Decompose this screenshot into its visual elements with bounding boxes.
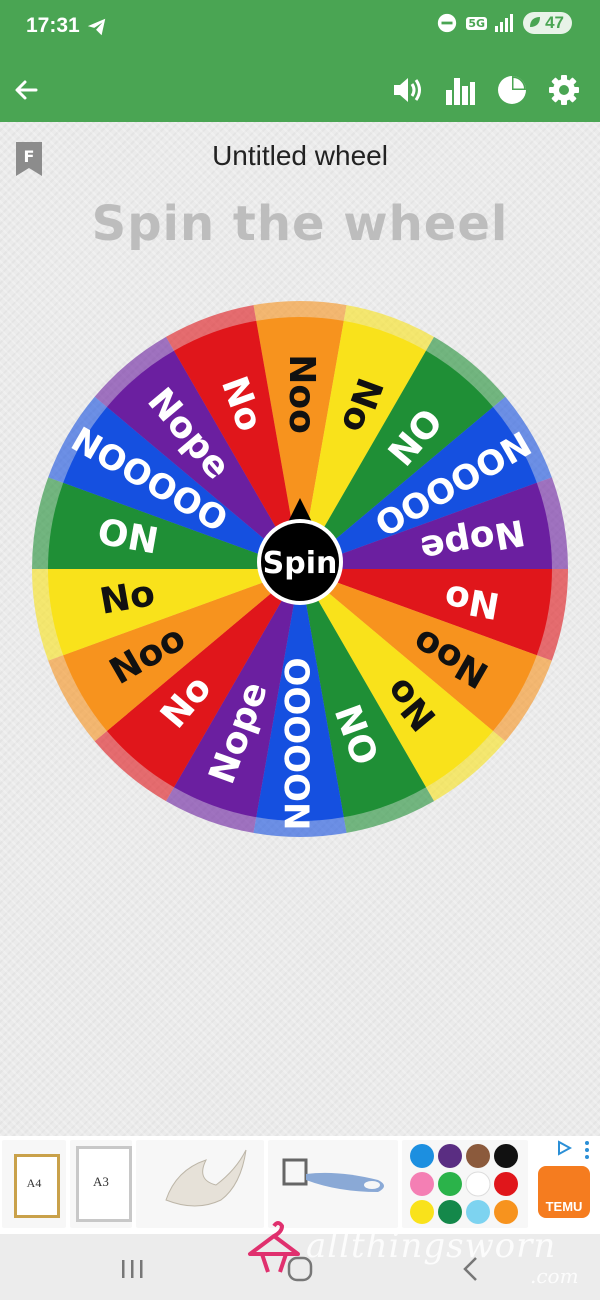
watermark-text: allthingsworn xyxy=(306,1226,557,1266)
pie-chart-icon xyxy=(498,76,526,104)
temu-brand-label: TEMU xyxy=(545,1199,583,1214)
wheel-title[interactable]: Untitled wheel xyxy=(0,140,600,172)
more-options-icon[interactable] xyxy=(583,1140,591,1160)
swan-figurine-image xyxy=(165,1149,247,1207)
main-content: F Untitled wheel Spin the wheel Noo No ON N… xyxy=(0,122,600,1136)
status-time: 17:31 xyxy=(26,14,80,37)
network-label: 5G xyxy=(466,16,488,30)
wheel-segment-label: NOOOOO xyxy=(279,658,319,831)
sound-button[interactable] xyxy=(386,68,430,112)
spin-label: Spin xyxy=(263,546,338,581)
ad-item-a4[interactable]: A4 xyxy=(2,1140,66,1228)
status-icons: 5G 47 xyxy=(436,12,572,34)
spinner-wheel[interactable]: Noo NoONNOOOOONopeNoNooNoONNOOOOONopeNoNo… xyxy=(31,300,569,838)
stats-button[interactable] xyxy=(438,68,482,112)
pie-chart-button[interactable] xyxy=(490,68,534,112)
ad-item-paints[interactable] xyxy=(402,1140,528,1228)
battery-indicator: 47 xyxy=(523,12,572,34)
temu-logo[interactable]: TEMU xyxy=(538,1166,590,1218)
status-bar: 17:31 5G 47 xyxy=(0,0,600,58)
battery-level: 47 xyxy=(545,13,564,32)
battery-leaf-icon xyxy=(530,17,541,27)
paint-pots-image xyxy=(410,1144,518,1224)
recents-icon xyxy=(122,1260,143,1278)
ad-item-caption: A3 xyxy=(93,1174,109,1189)
telegram-icon xyxy=(87,18,106,36)
dnd-icon xyxy=(438,13,457,33)
app-toolbar xyxy=(0,58,600,122)
back-button[interactable] xyxy=(4,68,48,112)
gear-icon xyxy=(549,75,579,105)
volume-icon xyxy=(394,78,421,102)
recents-button[interactable] xyxy=(108,1254,156,1284)
watermark-domain: .com xyxy=(530,1264,579,1288)
bar-chart-icon xyxy=(446,78,475,105)
ad-choices-icon[interactable] xyxy=(556,1140,572,1156)
spin-headline: Spin the wheel xyxy=(91,196,509,252)
signal-icon xyxy=(495,14,514,32)
ad-item-a3[interactable]: A3 xyxy=(70,1140,132,1228)
settings-button[interactable] xyxy=(542,68,586,112)
ad-item-peeler[interactable] xyxy=(268,1140,398,1228)
peeler-image xyxy=(282,1158,384,1192)
ad-item-caption: A4 xyxy=(26,1176,42,1190)
wheel-segment-label: Noo xyxy=(281,354,322,434)
hanger-logo-icon xyxy=(248,1221,300,1273)
arrow-left-icon xyxy=(15,80,38,100)
ad-item-swan[interactable] xyxy=(136,1140,264,1228)
